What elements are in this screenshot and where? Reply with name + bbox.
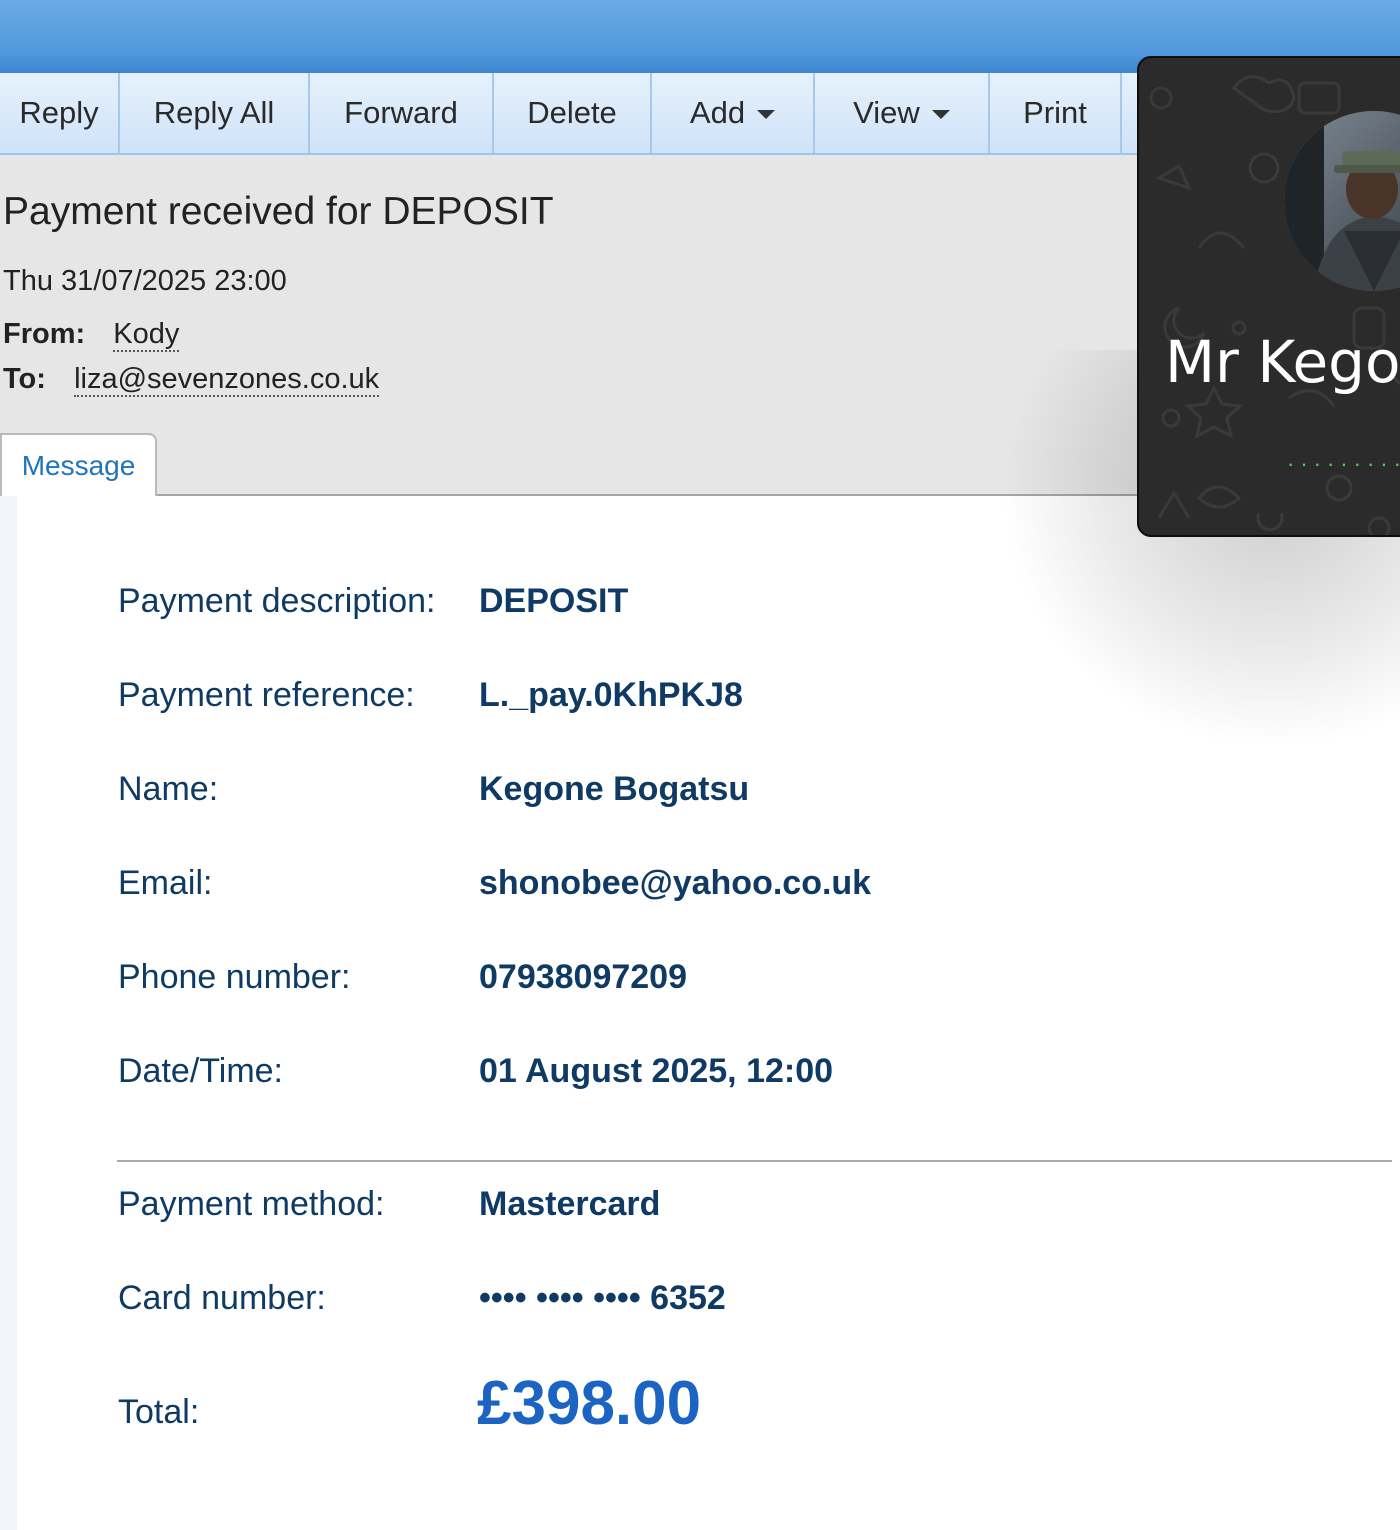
phone-value: 07938097209 — [479, 958, 688, 996]
email-label: Email: — [118, 864, 213, 902]
payment-description-value: DEPOSIT — [479, 582, 629, 620]
card-number-label: Card number: — [118, 1279, 326, 1317]
total-amount: £398.00 — [477, 1369, 702, 1438]
print-button-label: Print — [1023, 95, 1087, 130]
payment-method-label: Payment method: — [118, 1185, 385, 1223]
content-left-strip — [0, 496, 17, 1530]
tab-message-label: Message — [21, 450, 136, 481]
from-row: From: Kody — [3, 318, 180, 352]
payment-method-value: Mastercard — [479, 1185, 661, 1223]
delete-button[interactable]: Delete — [494, 73, 652, 153]
name-label: Name: — [118, 770, 219, 808]
caret-down-icon — [757, 110, 776, 119]
payment-reference-value: L._pay.0KhPKJ8 — [479, 676, 743, 714]
caret-down-icon — [931, 110, 950, 119]
email-subject: Payment received for DEPOSIT — [3, 190, 554, 233]
add-dropdown-button[interactable]: Add — [652, 73, 815, 153]
datetime-label: Date/Time: — [118, 1052, 284, 1090]
forward-button[interactable]: Forward — [310, 73, 494, 153]
call-status-dots: ············ — [1287, 451, 1400, 476]
message-body — [17, 496, 1400, 1530]
total-label: Total: — [118, 1393, 200, 1431]
from-label: From: — [3, 318, 86, 350]
to-label: To: — [3, 363, 46, 395]
payment-reference-label: Payment reference: — [118, 676, 415, 714]
section-divider — [117, 1160, 1392, 1162]
message-toolbar: Reply Reply All Forward Delete Add View … — [0, 73, 1140, 155]
tab-message[interactable]: Message — [0, 433, 157, 497]
delete-button-label: Delete — [527, 95, 617, 130]
caller-name: Mr Kegor — [1165, 328, 1400, 396]
card-number-value: •••• •••• •••• 6352 — [479, 1279, 726, 1317]
phone-label: Phone number: — [118, 958, 351, 996]
incoming-call-card[interactable]: Mr Kegor ············ — [1137, 56, 1400, 537]
name-value: Kegone Bogatsu — [479, 770, 750, 808]
email-date: Thu 31/07/2025 23:00 — [3, 265, 287, 297]
recipient-address[interactable]: liza@sevenzones.co.uk — [74, 363, 380, 397]
reply-button[interactable]: Reply — [0, 73, 120, 153]
to-row: To: liza@sevenzones.co.uk — [3, 363, 380, 397]
reply-all-button[interactable]: Reply All — [120, 73, 310, 153]
email-value: shonobee@yahoo.co.uk — [479, 864, 872, 902]
print-button[interactable]: Print — [990, 73, 1122, 153]
reply-all-button-label: Reply All — [153, 95, 275, 130]
reply-button-label: Reply — [19, 95, 99, 130]
view-button-label: View — [853, 95, 920, 130]
sender-name[interactable]: Kody — [113, 318, 180, 352]
payment-description-label: Payment description: — [118, 582, 436, 620]
forward-button-label: Forward — [344, 95, 458, 130]
datetime-value: 01 August 2025, 12:00 — [479, 1052, 834, 1090]
view-dropdown-button[interactable]: View — [815, 73, 990, 153]
add-button-label: Add — [689, 95, 746, 130]
